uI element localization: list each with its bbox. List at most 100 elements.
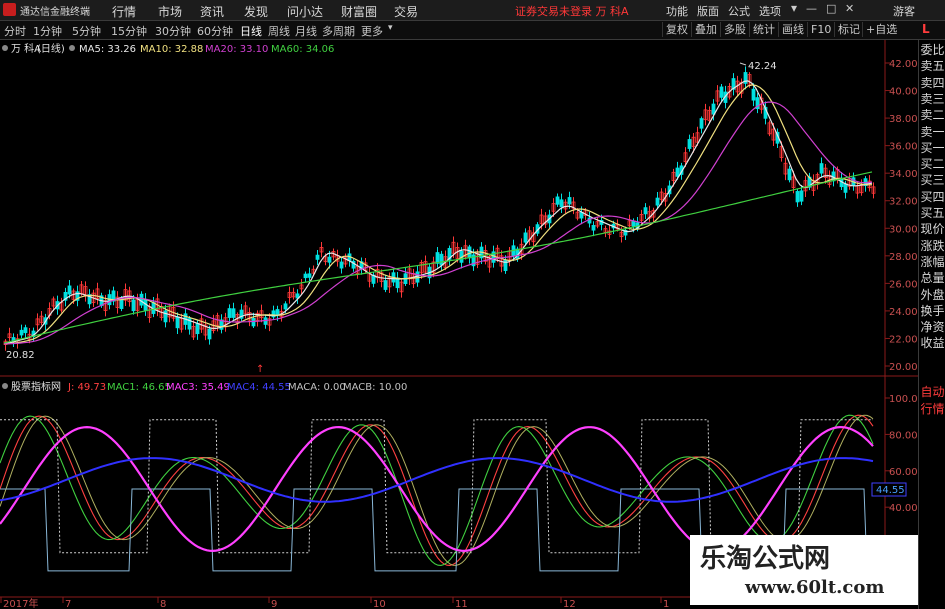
ma10-label: MA10: 32.88 bbox=[140, 44, 203, 55]
y-tick-label: 32.00 bbox=[889, 197, 918, 208]
candle-body bbox=[207, 328, 212, 340]
candle-body bbox=[231, 308, 236, 318]
candle-body bbox=[843, 183, 848, 193]
y-tick-label: 26.00 bbox=[889, 279, 918, 290]
candle-body bbox=[787, 168, 792, 181]
candle-body bbox=[559, 199, 564, 208]
ma60-label: MA60: 34.06 bbox=[271, 44, 334, 55]
y-tick-label: 40.00 bbox=[889, 87, 918, 98]
y-tick-label: 34.00 bbox=[889, 169, 918, 180]
x-tick-label: 9 bbox=[271, 599, 277, 609]
watermark-title: 乐淘公式网 bbox=[700, 544, 831, 574]
candle-body bbox=[643, 207, 648, 215]
candle-body bbox=[699, 118, 704, 129]
x-axis-labels: 2017年 7 8 9 10 11 12 1 bbox=[0, 597, 669, 609]
side-item-7: 买二 bbox=[920, 157, 945, 172]
candle-body bbox=[175, 316, 180, 329]
candle-body bbox=[719, 86, 724, 98]
mac4-line bbox=[0, 457, 874, 503]
side-item-10: 买五 bbox=[920, 206, 945, 220]
candle-body bbox=[307, 273, 312, 278]
candle-body bbox=[327, 256, 332, 263]
x-tick-label: 2017年 bbox=[3, 597, 38, 609]
side-item-16: 换手 bbox=[920, 303, 945, 318]
side-item-6: 买一 bbox=[920, 140, 945, 155]
candlesticks bbox=[3, 66, 876, 351]
x-tick-label: 8 bbox=[160, 599, 166, 609]
y-tick-label: 100.0 bbox=[889, 394, 918, 405]
candle-body bbox=[555, 196, 560, 205]
candle-body bbox=[303, 273, 308, 279]
candle-body bbox=[275, 309, 280, 316]
side-item-0: 委比 bbox=[920, 43, 945, 57]
corner-label: L bbox=[922, 22, 930, 36]
high-marker-pointer bbox=[739, 62, 747, 66]
chart-settings-icon[interactable] bbox=[2, 45, 8, 51]
ma5-label: MA5: 33.26 bbox=[79, 44, 136, 55]
side-item-18: 收益 bbox=[920, 336, 945, 351]
candle-body bbox=[799, 190, 804, 202]
candle-body bbox=[751, 88, 756, 101]
candle-body bbox=[251, 318, 256, 327]
candle-body bbox=[675, 167, 680, 177]
mac3-line bbox=[0, 425, 874, 553]
indicator-maca: MACA: 0.00 bbox=[288, 382, 346, 393]
indicator-mac3: MAC3: 35.49 bbox=[166, 382, 230, 393]
y-tick-label: 28.00 bbox=[889, 252, 918, 263]
indicator-current-value: 44.55 bbox=[876, 485, 905, 496]
candle-body bbox=[23, 327, 28, 334]
quote-side-panel: 委比 卖五 卖四 卖三 卖二 卖一 买一 买二 买三 买四 买五 现价 涨跌 涨幅 总量 外盘 换手 净资 收益 自动… bbox=[918, 40, 945, 609]
x-tick-label: 11 bbox=[455, 599, 468, 609]
side-item-20[interactable]: 行情 bbox=[919, 402, 945, 417]
ma-settings-icon[interactable] bbox=[69, 45, 75, 51]
y-tick-label: 24.00 bbox=[889, 307, 918, 318]
side-item-4: 卖二 bbox=[920, 108, 945, 123]
main-y-axis: 42.00 40.00 38.00 36.00 34.00 32.00 30.00 28.00… bbox=[885, 59, 918, 373]
ma20-label: MA20: 33.10 bbox=[205, 44, 268, 55]
y-tick-label: 42.00 bbox=[889, 59, 918, 70]
side-item-17: 净资 bbox=[920, 320, 945, 335]
side-item-3: 卖三 bbox=[920, 91, 945, 106]
y-tick-label: 40.00 bbox=[889, 503, 918, 514]
x-tick-label: 7 bbox=[65, 599, 71, 609]
side-item-11: 现价 bbox=[920, 222, 945, 237]
candle-body bbox=[687, 139, 692, 149]
candle-body bbox=[195, 322, 200, 335]
indicator-mac1: MAC1: 46.65 bbox=[107, 382, 171, 393]
x-tick-label: 12 bbox=[563, 599, 576, 609]
candle-body bbox=[227, 308, 232, 318]
indicator-j: J: 49.73 bbox=[67, 382, 106, 393]
candle-body bbox=[315, 254, 320, 260]
kline-chart[interactable]: 万 科A (日线) MA5: 33.26 MA10: 32.88 MA20: 3… bbox=[0, 0, 918, 609]
candle-body bbox=[67, 285, 72, 295]
x-tick-label: 10 bbox=[373, 599, 386, 609]
side-item-19[interactable]: 自动 bbox=[919, 385, 945, 400]
candle-body bbox=[139, 293, 144, 306]
side-item-14: 总量 bbox=[920, 271, 945, 286]
candle-body bbox=[655, 197, 660, 206]
side-item-13: 涨幅 bbox=[920, 254, 945, 269]
side-item-12: 涨跌 bbox=[920, 238, 945, 253]
indicator-mac4: MAC4: 44.55 bbox=[227, 382, 291, 393]
indicator-macb: MACB: 10.00 bbox=[343, 382, 407, 393]
candle-body bbox=[131, 299, 136, 312]
y-tick-label: 80.00 bbox=[889, 430, 918, 441]
period-tag: (日线) bbox=[37, 42, 65, 55]
candle-body bbox=[467, 246, 472, 259]
y-tick-label: 60.00 bbox=[889, 467, 918, 478]
indicator-name: 股票指标网 bbox=[11, 380, 61, 393]
y-tick-label: 38.00 bbox=[889, 114, 918, 125]
side-item-1: 卖五 bbox=[920, 59, 945, 74]
candle-body bbox=[795, 191, 800, 203]
x-tick-label: 1 bbox=[663, 599, 669, 609]
low-marker: 20.82 bbox=[6, 350, 35, 361]
y-tick-label: 30.00 bbox=[889, 224, 918, 235]
candle-body bbox=[395, 277, 400, 289]
indicator-settings-icon[interactable] bbox=[2, 383, 8, 389]
candle-body bbox=[383, 280, 388, 290]
candle-body bbox=[435, 252, 440, 264]
side-item-2: 卖四 bbox=[920, 75, 945, 90]
candle-body bbox=[339, 261, 344, 269]
candle-body bbox=[567, 197, 572, 205]
candle-body bbox=[283, 303, 288, 310]
